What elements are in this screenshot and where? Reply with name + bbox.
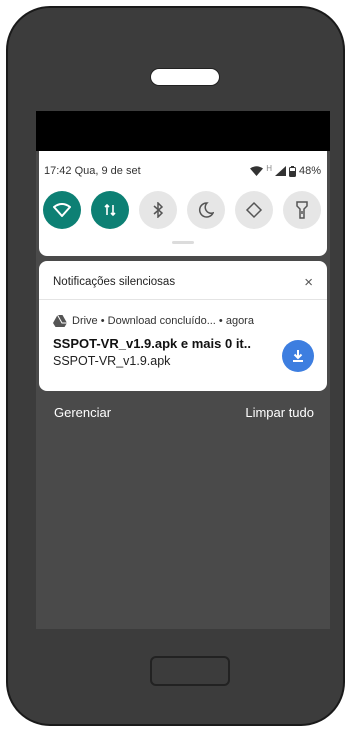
- status-icons: H 48%: [250, 163, 321, 177]
- quick-settings-panel: 17:42 Qua, 9 de set H 48%: [39, 151, 327, 256]
- drive-icon: [53, 315, 67, 327]
- bluetooth-icon: [153, 202, 164, 218]
- phone-frame: 17:42 Qua, 9 de set H 48% Notificações s…: [6, 6, 345, 726]
- network-type-label: H: [266, 163, 272, 173]
- tile-mobile-data[interactable]: [91, 191, 129, 229]
- quick-settings-tiles: [43, 191, 325, 229]
- phone-speaker: [150, 68, 220, 86]
- wifi-icon: [53, 203, 71, 217]
- datetime-label: 17:42 Qua, 9 de set: [44, 165, 141, 177]
- notification-title[interactable]: SSPOT-VR_v1.9.apk e mais 0 it..: [53, 336, 273, 351]
- close-icon[interactable]: ×: [304, 274, 313, 291]
- do-not-disturb-icon: [198, 202, 214, 218]
- notification-app-line: Drive • Download concluído... • agora: [72, 315, 254, 327]
- notification-app-row[interactable]: Drive • Download concluído... • agora: [53, 314, 317, 328]
- tile-flashlight[interactable]: [283, 191, 321, 229]
- tile-wifi[interactable]: [43, 191, 81, 229]
- notification-group-title: Notificações silenciosas: [53, 276, 176, 288]
- tile-auto-rotate[interactable]: [235, 191, 273, 229]
- notification-card: Notificações silenciosas × Drive • Downl…: [39, 261, 327, 391]
- notification-actions: Gerenciar Limpar tudo: [36, 405, 330, 425]
- clear-all-button[interactable]: Limpar tudo: [245, 405, 314, 420]
- tile-do-not-disturb[interactable]: [187, 191, 225, 229]
- battery-label: 48%: [298, 165, 321, 177]
- mobile-data-icon: [104, 203, 116, 217]
- flashlight-icon: [296, 201, 308, 219]
- wifi-status-icon: [250, 166, 264, 176]
- status-bar-background: [36, 111, 330, 151]
- device-screen: 17:42 Qua, 9 de set H 48% Notificações s…: [36, 111, 330, 629]
- notification-group-header: Notificações silenciosas ×: [53, 274, 313, 291]
- download-icon: [293, 350, 303, 362]
- battery-icon: [288, 165, 296, 177]
- notification-text[interactable]: SSPOT-VR_v1.9.apk: [53, 354, 170, 368]
- signal-icon: [274, 166, 286, 176]
- qs-expand-handle[interactable]: [172, 241, 194, 244]
- tile-bluetooth[interactable]: [139, 191, 177, 229]
- home-button[interactable]: [150, 656, 230, 686]
- download-button[interactable]: [282, 340, 314, 372]
- manage-button[interactable]: Gerenciar: [54, 405, 111, 420]
- auto-rotate-icon: [245, 201, 263, 219]
- qs-status-row: 17:42 Qua, 9 de set H 48%: [44, 163, 321, 179]
- notification-divider: [39, 299, 327, 300]
